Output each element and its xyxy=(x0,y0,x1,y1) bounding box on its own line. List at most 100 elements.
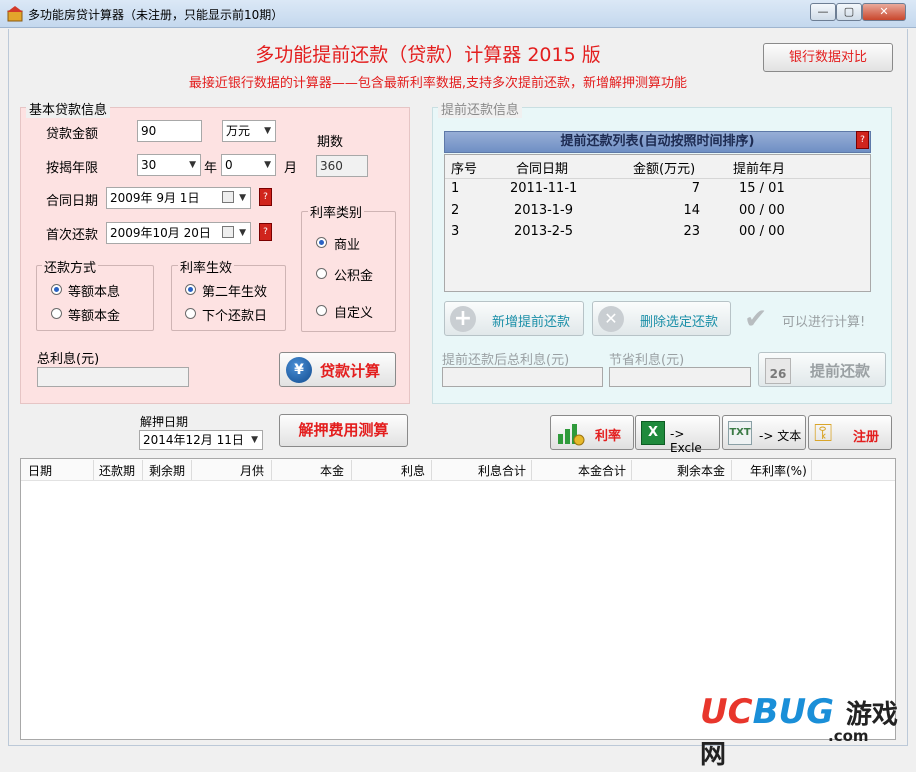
term-label: 按揭年限 xyxy=(46,161,99,176)
grid-col-interest-total[interactable]: 利息合计 xyxy=(478,462,526,479)
first-repay-label: 首次还款 xyxy=(46,228,99,243)
saved-interest-field xyxy=(609,367,751,387)
contract-date-picker[interactable]: 2009年 9月 1日 ▼ xyxy=(106,187,251,209)
watermark-domain: .com xyxy=(828,727,869,745)
list-item-no: 1 xyxy=(451,181,460,196)
watermark-letter: C xyxy=(727,692,753,732)
export-text-button[interactable]: TXT -> 文本 xyxy=(722,415,806,450)
grid-col-monthly-payment[interactable]: 月供 xyxy=(240,462,264,479)
first-repay-help-icon[interactable]: ? xyxy=(259,223,272,241)
list-item-date: 2011-11-1 xyxy=(510,181,578,196)
amount-unit-select[interactable]: 万元 ▼ xyxy=(222,120,276,142)
release-cost-button[interactable]: 解押费用测算 xyxy=(279,414,408,447)
list-item-no: 3 xyxy=(451,224,460,239)
grid-col-remaining-periods[interactable]: 剩余期 xyxy=(149,462,185,479)
export-excel-button[interactable]: X -> Excle xyxy=(635,415,720,455)
first-repay-value: 2009年10月 20日 xyxy=(110,226,211,240)
chevron-down-icon: ▼ xyxy=(264,160,271,170)
maximize-button[interactable]: ▢ xyxy=(836,3,862,21)
grid-col-divider xyxy=(351,460,352,480)
repay-equal-principal-radio[interactable] xyxy=(51,308,62,319)
key-icon: ⚿ xyxy=(814,419,833,447)
register-label: 注册 xyxy=(853,430,880,445)
rate-type-fund-label: 公积金 xyxy=(334,269,374,284)
chevron-down-icon: ▼ xyxy=(251,435,258,445)
prepay-label: 提前还款 xyxy=(810,362,871,380)
periods-label: 期数 xyxy=(317,135,344,150)
amount-input[interactable]: 90 xyxy=(137,120,202,142)
rate-effect-next-payment-radio[interactable] xyxy=(185,308,196,319)
repay-method-legend: 还款方式 xyxy=(42,257,99,276)
export-text-label: -> 文本 xyxy=(759,429,802,443)
prepay-list-title: 提前还款列表(自动按照时间排序) xyxy=(444,131,871,153)
release-date-picker[interactable]: 2014年12月 11日 ▼ xyxy=(139,430,263,450)
plus-icon: + xyxy=(450,306,476,332)
after-prepay-interest-label: 提前还款后总利息(元) xyxy=(442,353,570,368)
grid-col-principal-total[interactable]: 本金合计 xyxy=(578,462,626,479)
list-item-date: 2013-2-5 xyxy=(514,224,574,239)
release-date-label: 解押日期 xyxy=(140,415,189,429)
loan-calc-button[interactable]: ¥ 贷款计算 xyxy=(279,352,396,387)
contract-date-value: 2009年 9月 1日 xyxy=(110,191,200,205)
amount-label: 贷款金额 xyxy=(46,127,99,142)
bank-compare-button[interactable]: 银行数据对比 xyxy=(763,43,893,72)
grid-col-interest[interactable]: 利息 xyxy=(401,462,425,479)
register-button[interactable]: ⚿ 注册 xyxy=(808,415,892,450)
months-select[interactable]: 0 ▼ xyxy=(221,154,276,176)
years-value: 30 xyxy=(141,158,157,172)
list-item-ym: 00 / 00 xyxy=(739,203,785,218)
first-repay-date-picker[interactable]: 2009年10月 20日 ▼ xyxy=(106,222,251,244)
minimize-button[interactable]: — xyxy=(810,3,836,21)
add-prepay-button[interactable]: + 新增提前还款 xyxy=(444,301,584,336)
rate-button-label: 利率 xyxy=(595,429,622,444)
amount-unit-value: 万元 xyxy=(226,124,251,138)
rate-type-custom-radio[interactable] xyxy=(316,305,327,316)
contract-date-help-icon[interactable]: ? xyxy=(259,188,272,206)
grid-col-divider xyxy=(811,460,812,480)
chevron-down-icon: ▼ xyxy=(264,126,271,136)
months-value: 0 xyxy=(225,158,233,172)
grid-col-divider xyxy=(93,460,94,480)
repay-equal-installment-label: 等额本息 xyxy=(68,285,121,300)
add-prepay-label: 新增提前还款 xyxy=(492,315,571,330)
col-amount: 金额(万元) xyxy=(633,162,696,177)
chevron-down-icon: ▼ xyxy=(239,193,246,203)
grid-col-divider xyxy=(531,460,532,480)
prepay-list-help-icon[interactable]: ? xyxy=(856,131,869,149)
grid-col-divider xyxy=(431,460,432,480)
rate-effect-legend: 利率生效 xyxy=(178,257,235,276)
chevron-down-icon: ▼ xyxy=(189,160,196,170)
subtitle: 最接近银行数据的计算器——包含最新利率数据,支持多次提前还款，新增解押测算功能 xyxy=(188,76,688,91)
grid-col-principal[interactable]: 本金 xyxy=(320,462,344,479)
window-title: 多功能房贷计算器（未注册，只能显示前10期） xyxy=(28,8,284,22)
rate-button[interactable]: 利率 xyxy=(550,415,634,450)
watermark-letter: B xyxy=(752,692,779,732)
export-excel-label: -> Excle xyxy=(670,427,702,455)
grid-col-annual-rate[interactable]: 年利率(%) xyxy=(750,462,807,479)
grid-col-remaining-principal[interactable]: 剩余本金 xyxy=(677,462,725,479)
excel-icon: X xyxy=(641,421,665,445)
rate-type-fund-radio[interactable] xyxy=(316,268,327,279)
list-item-amount: 14 xyxy=(683,203,700,218)
calendar-icon xyxy=(222,191,234,203)
delete-prepay-label: 删除选定还款 xyxy=(640,315,719,330)
rate-effect-second-year-label: 第二年生效 xyxy=(202,285,268,300)
grid-col-date[interactable]: 日期 xyxy=(28,462,52,479)
text-file-icon: TXT xyxy=(728,421,752,445)
app-icon xyxy=(7,6,23,22)
chevron-down-icon: ▼ xyxy=(239,228,246,238)
close-button[interactable]: ✕ xyxy=(862,3,906,21)
grid-col-divider xyxy=(731,460,732,480)
col-prepay-ym: 提前年月 xyxy=(733,162,786,177)
rate-effect-second-year-radio[interactable] xyxy=(185,284,196,295)
rate-type-legend: 利率类别 xyxy=(308,202,365,221)
month-unit: 月 xyxy=(284,161,298,176)
prepay-button[interactable]: 26 提前还款 xyxy=(758,352,886,387)
list-item-ym: 15 / 01 xyxy=(739,181,785,196)
rate-type-commercial-radio[interactable] xyxy=(316,237,327,248)
repay-equal-installment-radio[interactable] xyxy=(51,284,62,295)
delete-prepay-button[interactable]: ✕ 删除选定还款 xyxy=(592,301,731,336)
years-select[interactable]: 30 ▼ xyxy=(137,154,201,176)
grid-col-period[interactable]: 还款期 xyxy=(99,462,135,479)
chart-icon xyxy=(556,420,586,446)
